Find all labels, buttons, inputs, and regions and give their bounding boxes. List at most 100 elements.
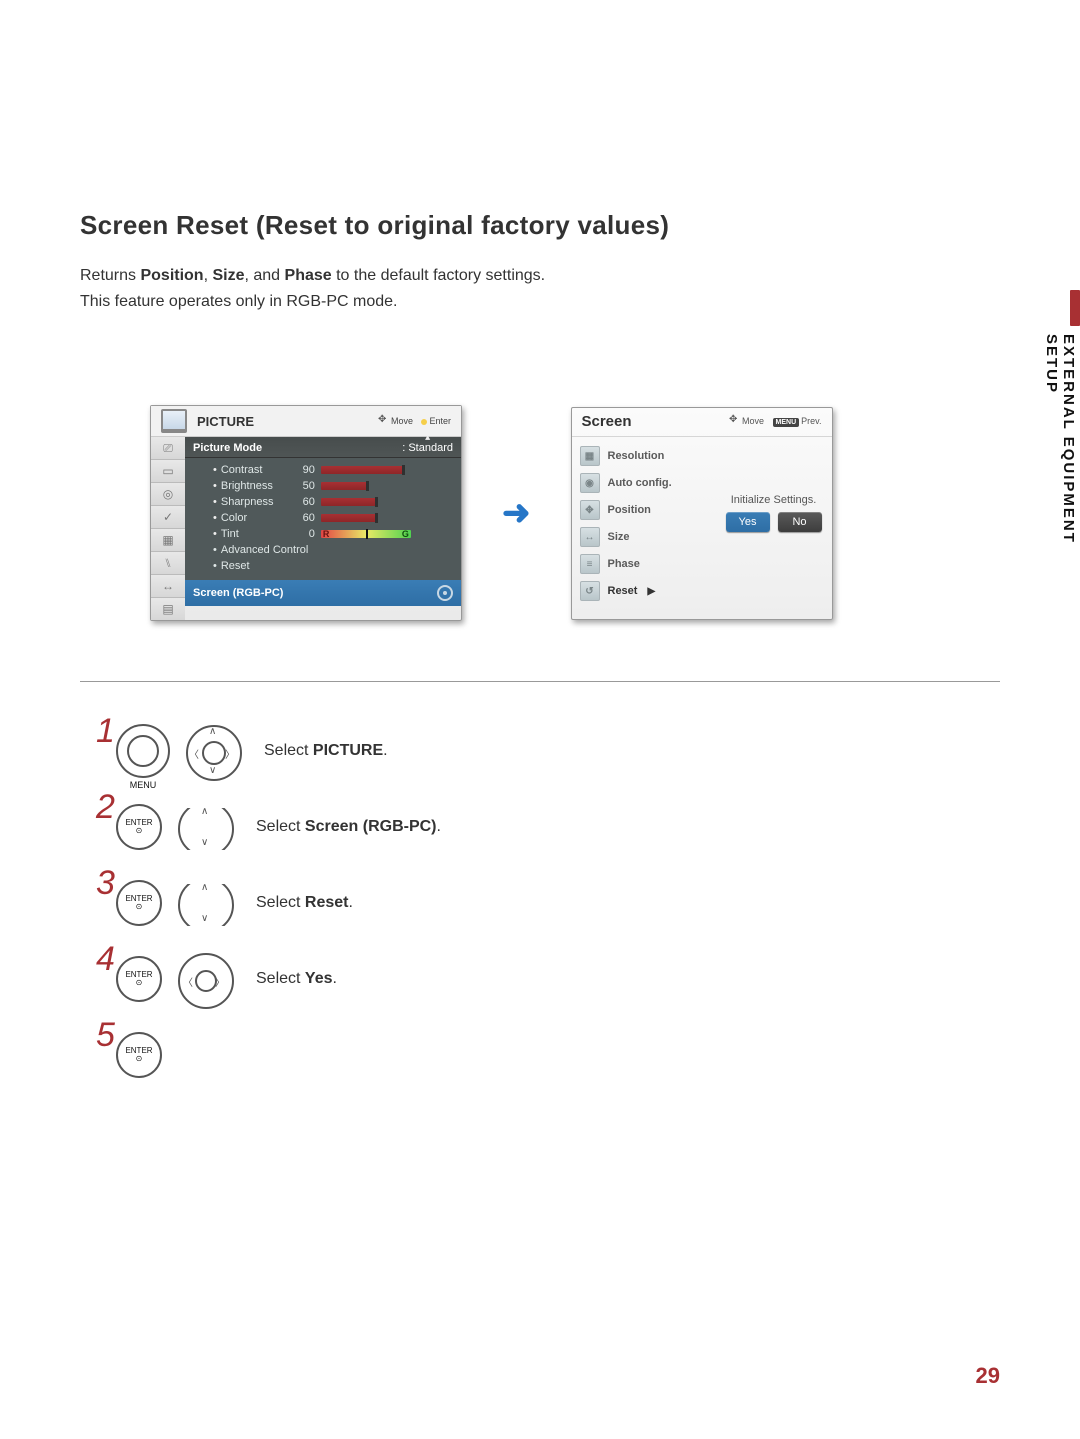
setting-advanced: Advanced Control	[221, 544, 308, 556]
step-pre: Select	[256, 818, 305, 835]
setting-name: Contrast	[221, 464, 291, 476]
move-icon	[729, 416, 739, 426]
intro-suffix: to the default factory settings.	[332, 267, 545, 284]
sidebar-tab-8[interactable]: ▤	[151, 598, 185, 620]
picture-footer-label: Screen (RGB-PC)	[193, 587, 283, 599]
picture-mode-label: Picture Mode	[193, 442, 262, 454]
phase-icon: ≡	[580, 554, 600, 574]
picture-mode-row[interactable]: Picture Mode ▴ : Standard	[185, 437, 461, 458]
dpad-leftright-icon: 〈〉	[178, 953, 230, 1005]
enter-button-icon: ENTER⊙	[116, 804, 162, 850]
intro-b3: Phase	[285, 267, 332, 284]
picture-footer-screen[interactable]: Screen (RGB-PC)	[185, 580, 461, 606]
picture-sidebar: ⎚ ▭ ◎ ✓ ▦ ⑊ ↔ ▤	[151, 437, 185, 620]
screen-item-label: Resolution	[608, 450, 665, 462]
sidebar-tab-4[interactable]: ✓	[151, 506, 185, 529]
enter-button-icon: ENTER⊙	[116, 1032, 162, 1078]
screen-item-reset[interactable]: ↺Reset▶	[580, 578, 824, 605]
slider-bar	[321, 482, 367, 490]
menu-badge: MENU	[773, 418, 800, 427]
step-number: 2	[96, 788, 114, 827]
step-number: 1	[96, 712, 114, 751]
dpad-updown-icon: ∧∨	[178, 808, 230, 846]
sidebar-tab-1[interactable]: ⎚	[151, 437, 185, 460]
step-post: .	[333, 970, 337, 987]
yes-button[interactable]: Yes	[726, 512, 770, 532]
screen-submenu-panel: Screen Move MENUPrev. ▦Resolution ◉Auto …	[571, 407, 833, 620]
step-pre: Select	[256, 970, 305, 987]
screen-item-label: Phase	[608, 558, 640, 570]
screen-submenu-title: Screen	[582, 413, 727, 430]
screen-item-resolution[interactable]: ▦Resolution	[580, 443, 824, 470]
setting-row-contrast[interactable]: •Contrast90	[185, 462, 461, 478]
step-3: 3 ENTER⊙ ∧∨ Select Reset.	[90, 874, 1000, 932]
picture-mode-value-text: : Standard	[402, 442, 453, 454]
step-5: 5 ENTER⊙	[90, 1026, 1000, 1084]
slider-bar	[321, 466, 403, 474]
sidebar-tab-3[interactable]: ◎	[151, 483, 185, 506]
step-2-text: Select Screen (RGB-PC).	[256, 818, 441, 836]
setting-row-color[interactable]: •Color60	[185, 510, 461, 526]
popup-title: Initialize Settings.	[726, 494, 822, 506]
chevron-right-icon: ▶	[647, 586, 655, 597]
enter-button-icon: ENTER⊙	[116, 956, 162, 1002]
setting-name: Tint	[221, 528, 291, 540]
move-icon	[378, 416, 388, 426]
screen-item-phase[interactable]: ≡ Phase	[580, 551, 824, 578]
dpad-updown-icon: ∧∨	[178, 884, 230, 922]
setting-name: Brightness	[221, 480, 291, 492]
intro-line-1: Returns Position, Size, and Phase to the…	[80, 263, 1000, 289]
intro-sep2: , and	[244, 267, 284, 284]
setting-name: Color	[221, 512, 291, 524]
page-heading: Screen Reset (Reset to original factory …	[80, 210, 1000, 241]
step-3-text: Select Reset.	[256, 894, 353, 912]
page-number: 29	[976, 1363, 1000, 1389]
picture-menu-body: ⎚ ▭ ◎ ✓ ▦ ⑊ ↔ ▤ Picture Mode ▴ : Standar…	[151, 437, 461, 620]
step-4-text: Select Yes.	[256, 970, 337, 988]
step-1-text: Select PICTURE.	[264, 742, 388, 760]
setting-row-sharpness[interactable]: •Sharpness60	[185, 494, 461, 510]
setting-row-tint[interactable]: •Tint0RG	[185, 526, 461, 542]
enter-button-icon: ENTER⊙	[116, 880, 162, 926]
setting-num: 0	[291, 528, 315, 540]
dpad-all-icon: ∧∨ 〈〉	[186, 725, 238, 777]
setting-row-advanced[interactable]: •Advanced Control	[185, 542, 461, 558]
screen-item-label: Size	[608, 531, 630, 543]
step-bold: Yes	[305, 970, 333, 987]
enter-button-label: ENTER⊙	[125, 895, 152, 911]
enter-button-label: ENTER⊙	[125, 819, 152, 835]
sidebar-tab-5[interactable]: ▦	[151, 529, 185, 552]
intro-prefix: Returns	[80, 267, 140, 284]
sidebar-tab-2[interactable]: ▭	[151, 460, 185, 483]
position-icon: ✥	[580, 500, 600, 520]
picture-hint-enter: Enter	[429, 416, 451, 426]
setting-row-brightness[interactable]: •Brightness50	[185, 478, 461, 494]
screen-item-label: Reset	[608, 585, 638, 597]
no-button[interactable]: No	[778, 512, 822, 532]
sidebar-tab-7[interactable]: ↔	[151, 575, 185, 598]
slider-bar	[321, 514, 376, 522]
step-pre: Select	[264, 742, 313, 759]
picture-menu-header: PICTURE Move Enter	[151, 406, 461, 437]
picture-settings-list: •Contrast90 •Brightness50 •Sharpness60 •…	[185, 458, 461, 580]
picture-menu-title: PICTURE	[197, 414, 375, 429]
menu-button-label: MENU	[130, 780, 157, 790]
intro-line-2: This feature operates only in RGB-PC mod…	[80, 289, 1000, 315]
screen-item-autoconfig[interactable]: ◉Auto config.	[580, 470, 824, 497]
setting-num: 60	[291, 512, 315, 524]
step-number: 4	[96, 940, 114, 979]
enter-target-icon	[437, 585, 453, 601]
sidebar-tab-6[interactable]: ⑊	[151, 552, 185, 575]
tint-bar: RG	[321, 530, 411, 538]
step-pre: Select	[256, 894, 305, 911]
enter-button-label: ENTER⊙	[125, 971, 152, 987]
step-bold: PICTURE	[313, 742, 383, 759]
screen-submenu-header: Screen Move MENUPrev.	[572, 408, 832, 437]
section-divider	[80, 681, 1000, 682]
monitor-icon	[161, 409, 187, 433]
setting-row-reset[interactable]: •Reset	[185, 558, 461, 574]
setting-name: Sharpness	[221, 496, 291, 508]
step-post: .	[437, 818, 441, 835]
step-number: 3	[96, 864, 114, 903]
screen-item-label: Position	[608, 504, 651, 516]
